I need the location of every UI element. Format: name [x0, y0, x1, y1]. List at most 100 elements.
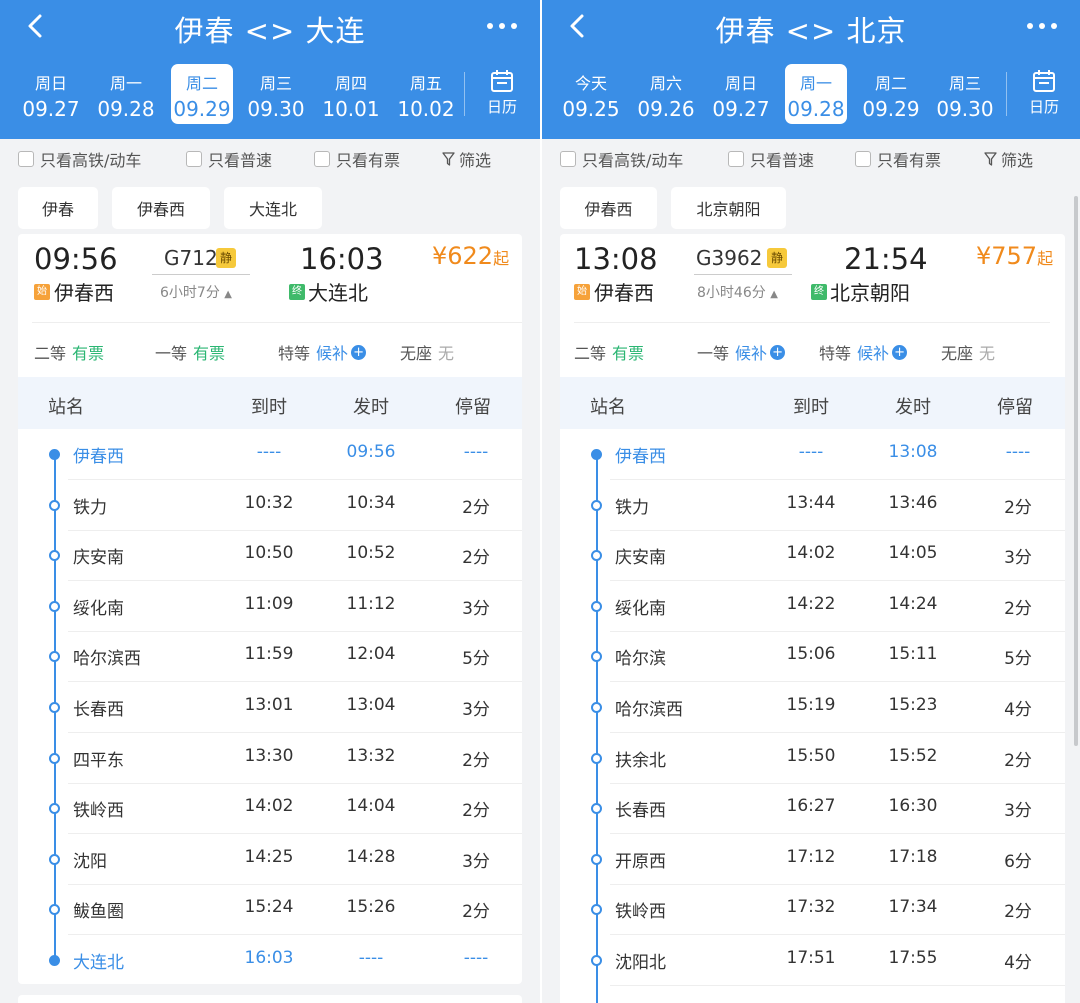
filter-regular[interactable]: 只看普速 — [186, 148, 272, 170]
stop-arr: 13:30 — [244, 745, 294, 766]
stop-name: 鲅鱼圈 — [73, 902, 124, 923]
duration-line — [694, 274, 792, 275]
duration[interactable]: 6小时7分 ▲ — [160, 282, 232, 302]
station-chip[interactable]: 大连北 — [224, 187, 322, 229]
filter-button[interactable]: 筛选 — [442, 148, 491, 170]
stop-dep: 13:32 — [346, 745, 396, 766]
plus-icon[interactable]: + — [351, 344, 367, 360]
stop-name: 绥化南 — [615, 598, 666, 619]
filter-available[interactable]: 只看有票 — [855, 148, 941, 170]
stop-stay: 3分 — [462, 598, 490, 619]
stop-dot — [49, 752, 60, 764]
route-title: 伊春 <> 北京 — [715, 14, 907, 48]
date-tab-selected[interactable]: 周一 09.28 — [785, 64, 847, 124]
date-tab[interactable]: 周四 10.01 — [320, 64, 382, 124]
date-tab[interactable]: 周一 09.28 — [95, 64, 157, 124]
seat-first[interactable]: 一等 有票 — [155, 340, 225, 364]
date-tab[interactable]: 周日 09.27 — [710, 64, 772, 124]
stop-stay: 3分 — [462, 851, 490, 872]
stop-row: 哈尔滨西 11:59 12:04 5分 — [18, 631, 522, 683]
plus-icon[interactable]: + — [892, 344, 908, 360]
train-number: G3962 — [696, 246, 763, 270]
stop-dep: 11:12 — [346, 593, 396, 614]
checkbox[interactable] — [728, 151, 744, 167]
date-tab[interactable]: 周三 09.30 — [934, 64, 996, 124]
station-chip[interactable]: 伊春 — [18, 187, 98, 229]
stop-dep: ---- — [358, 948, 384, 968]
calendar-button[interactable]: 日历 — [1022, 68, 1066, 124]
stop-arr: 17:12 — [786, 846, 836, 867]
stop-arr: 10:32 — [244, 492, 294, 513]
divider — [32, 322, 522, 323]
date-tab-selected[interactable]: 周二 09.29 — [171, 64, 233, 124]
filter-highspeed[interactable]: 只看高铁/动车 — [18, 148, 141, 170]
stop-row: 哈尔滨 15:06 15:11 5分 — [560, 631, 1065, 683]
station-chip[interactable]: 北京朝阳 — [671, 187, 786, 229]
station-chip[interactable]: 伊春西 — [112, 187, 210, 229]
divider — [574, 322, 1050, 323]
scrollbar[interactable] — [1074, 196, 1078, 746]
checkbox[interactable] — [560, 151, 576, 167]
next-train-card[interactable] — [18, 995, 522, 1003]
stop-arr: 17:51 — [786, 948, 836, 968]
train-card[interactable]: 09:56 G712 静 6小时7分 ▲ 16:03 ¥622起 始 伊春西 终… — [18, 234, 522, 984]
stop-arr: 14:25 — [244, 846, 294, 867]
calendar-button[interactable]: 日历 — [480, 68, 524, 124]
stop-dep: 12:04 — [346, 644, 396, 665]
calendar-divider — [1006, 72, 1007, 116]
stop-dep: 15:52 — [888, 745, 938, 766]
stop-name: 哈尔滨 — [615, 649, 666, 670]
stop-name: 哈尔滨西 — [73, 649, 141, 670]
stop-stay: 3分 — [1004, 801, 1032, 822]
stop-row: 庆安南 10:50 10:52 2分 — [18, 530, 522, 582]
more-icon[interactable] — [482, 12, 522, 40]
calendar-icon — [1033, 70, 1055, 92]
plus-icon[interactable]: + — [770, 344, 786, 360]
seat-first[interactable]: 一等 候补 + — [697, 340, 786, 364]
seat-second[interactable]: 二等 有票 — [34, 340, 104, 364]
stop-dot-filled — [591, 449, 602, 460]
station-chip[interactable]: 伊春西 — [560, 187, 657, 229]
seat-second[interactable]: 二等 有票 — [574, 340, 644, 364]
checkbox[interactable] — [18, 151, 34, 167]
date-tab[interactable]: 今天 09.25 — [560, 64, 622, 124]
stop-stay: 2分 — [1004, 598, 1032, 619]
checkbox[interactable] — [855, 151, 871, 167]
seat-standing[interactable]: 无座无 — [941, 340, 995, 364]
date-tab[interactable]: 周三 09.30 — [245, 64, 307, 124]
stop-stay: 2分 — [462, 750, 490, 771]
stop-arr: 11:09 — [244, 593, 294, 614]
date-tab[interactable]: 周二 09.29 — [860, 64, 922, 124]
train-card[interactable]: 13:08 G3962 静 8小时46分 ▲ 21:54 ¥757起 始 伊春西… — [560, 234, 1065, 1003]
stop-name: 哈尔滨西 — [615, 700, 683, 720]
stop-name: 庆安南 — [73, 548, 124, 569]
stop-dep: 10:52 — [346, 543, 396, 564]
stop-dot — [49, 904, 60, 916]
stop-row: 庆安南 14:02 14:05 3分 — [560, 530, 1065, 582]
filter-available[interactable]: 只看有票 — [314, 148, 400, 170]
duration[interactable]: 8小时46分 ▲ — [697, 282, 778, 302]
stop-dot — [49, 600, 60, 612]
caret-up-icon: ▲ — [770, 289, 778, 300]
start-tag: 始 — [574, 284, 590, 300]
filter-regular[interactable]: 只看普速 — [728, 148, 814, 170]
checkbox[interactable] — [186, 151, 202, 167]
filter-highspeed[interactable]: 只看高铁/动车 — [560, 148, 683, 170]
date-tab[interactable]: 周五 10.02 — [395, 64, 457, 124]
header-bar: 伊春 <> 北京 今天 09.25 周六 09.26 周日 09.27 周一 09.28… — [542, 0, 1080, 139]
stop-name: 沈阳 — [73, 851, 107, 872]
date-tab[interactable]: 周六 09.26 — [635, 64, 697, 124]
stop-name: 绥化南 — [73, 598, 124, 619]
stop-dot — [591, 499, 602, 511]
seat-standing[interactable]: 无座无 — [400, 340, 454, 364]
filter-bar: 只看高铁/动车 只看普速 只看有票 筛选 — [0, 139, 540, 179]
stop-row: 铁岭西 14:02 14:04 2分 — [18, 783, 522, 835]
more-icon[interactable] — [1022, 12, 1062, 40]
stop-dot — [49, 803, 60, 815]
filter-button[interactable]: 筛选 — [984, 148, 1033, 170]
seat-premium[interactable]: 特等 候补 + — [819, 340, 908, 364]
stop-dep: 14:04 — [346, 796, 396, 817]
seat-premium[interactable]: 特等 候补 + — [278, 340, 367, 364]
checkbox[interactable] — [314, 151, 330, 167]
date-tab[interactable]: 周日 09.27 — [20, 64, 82, 124]
